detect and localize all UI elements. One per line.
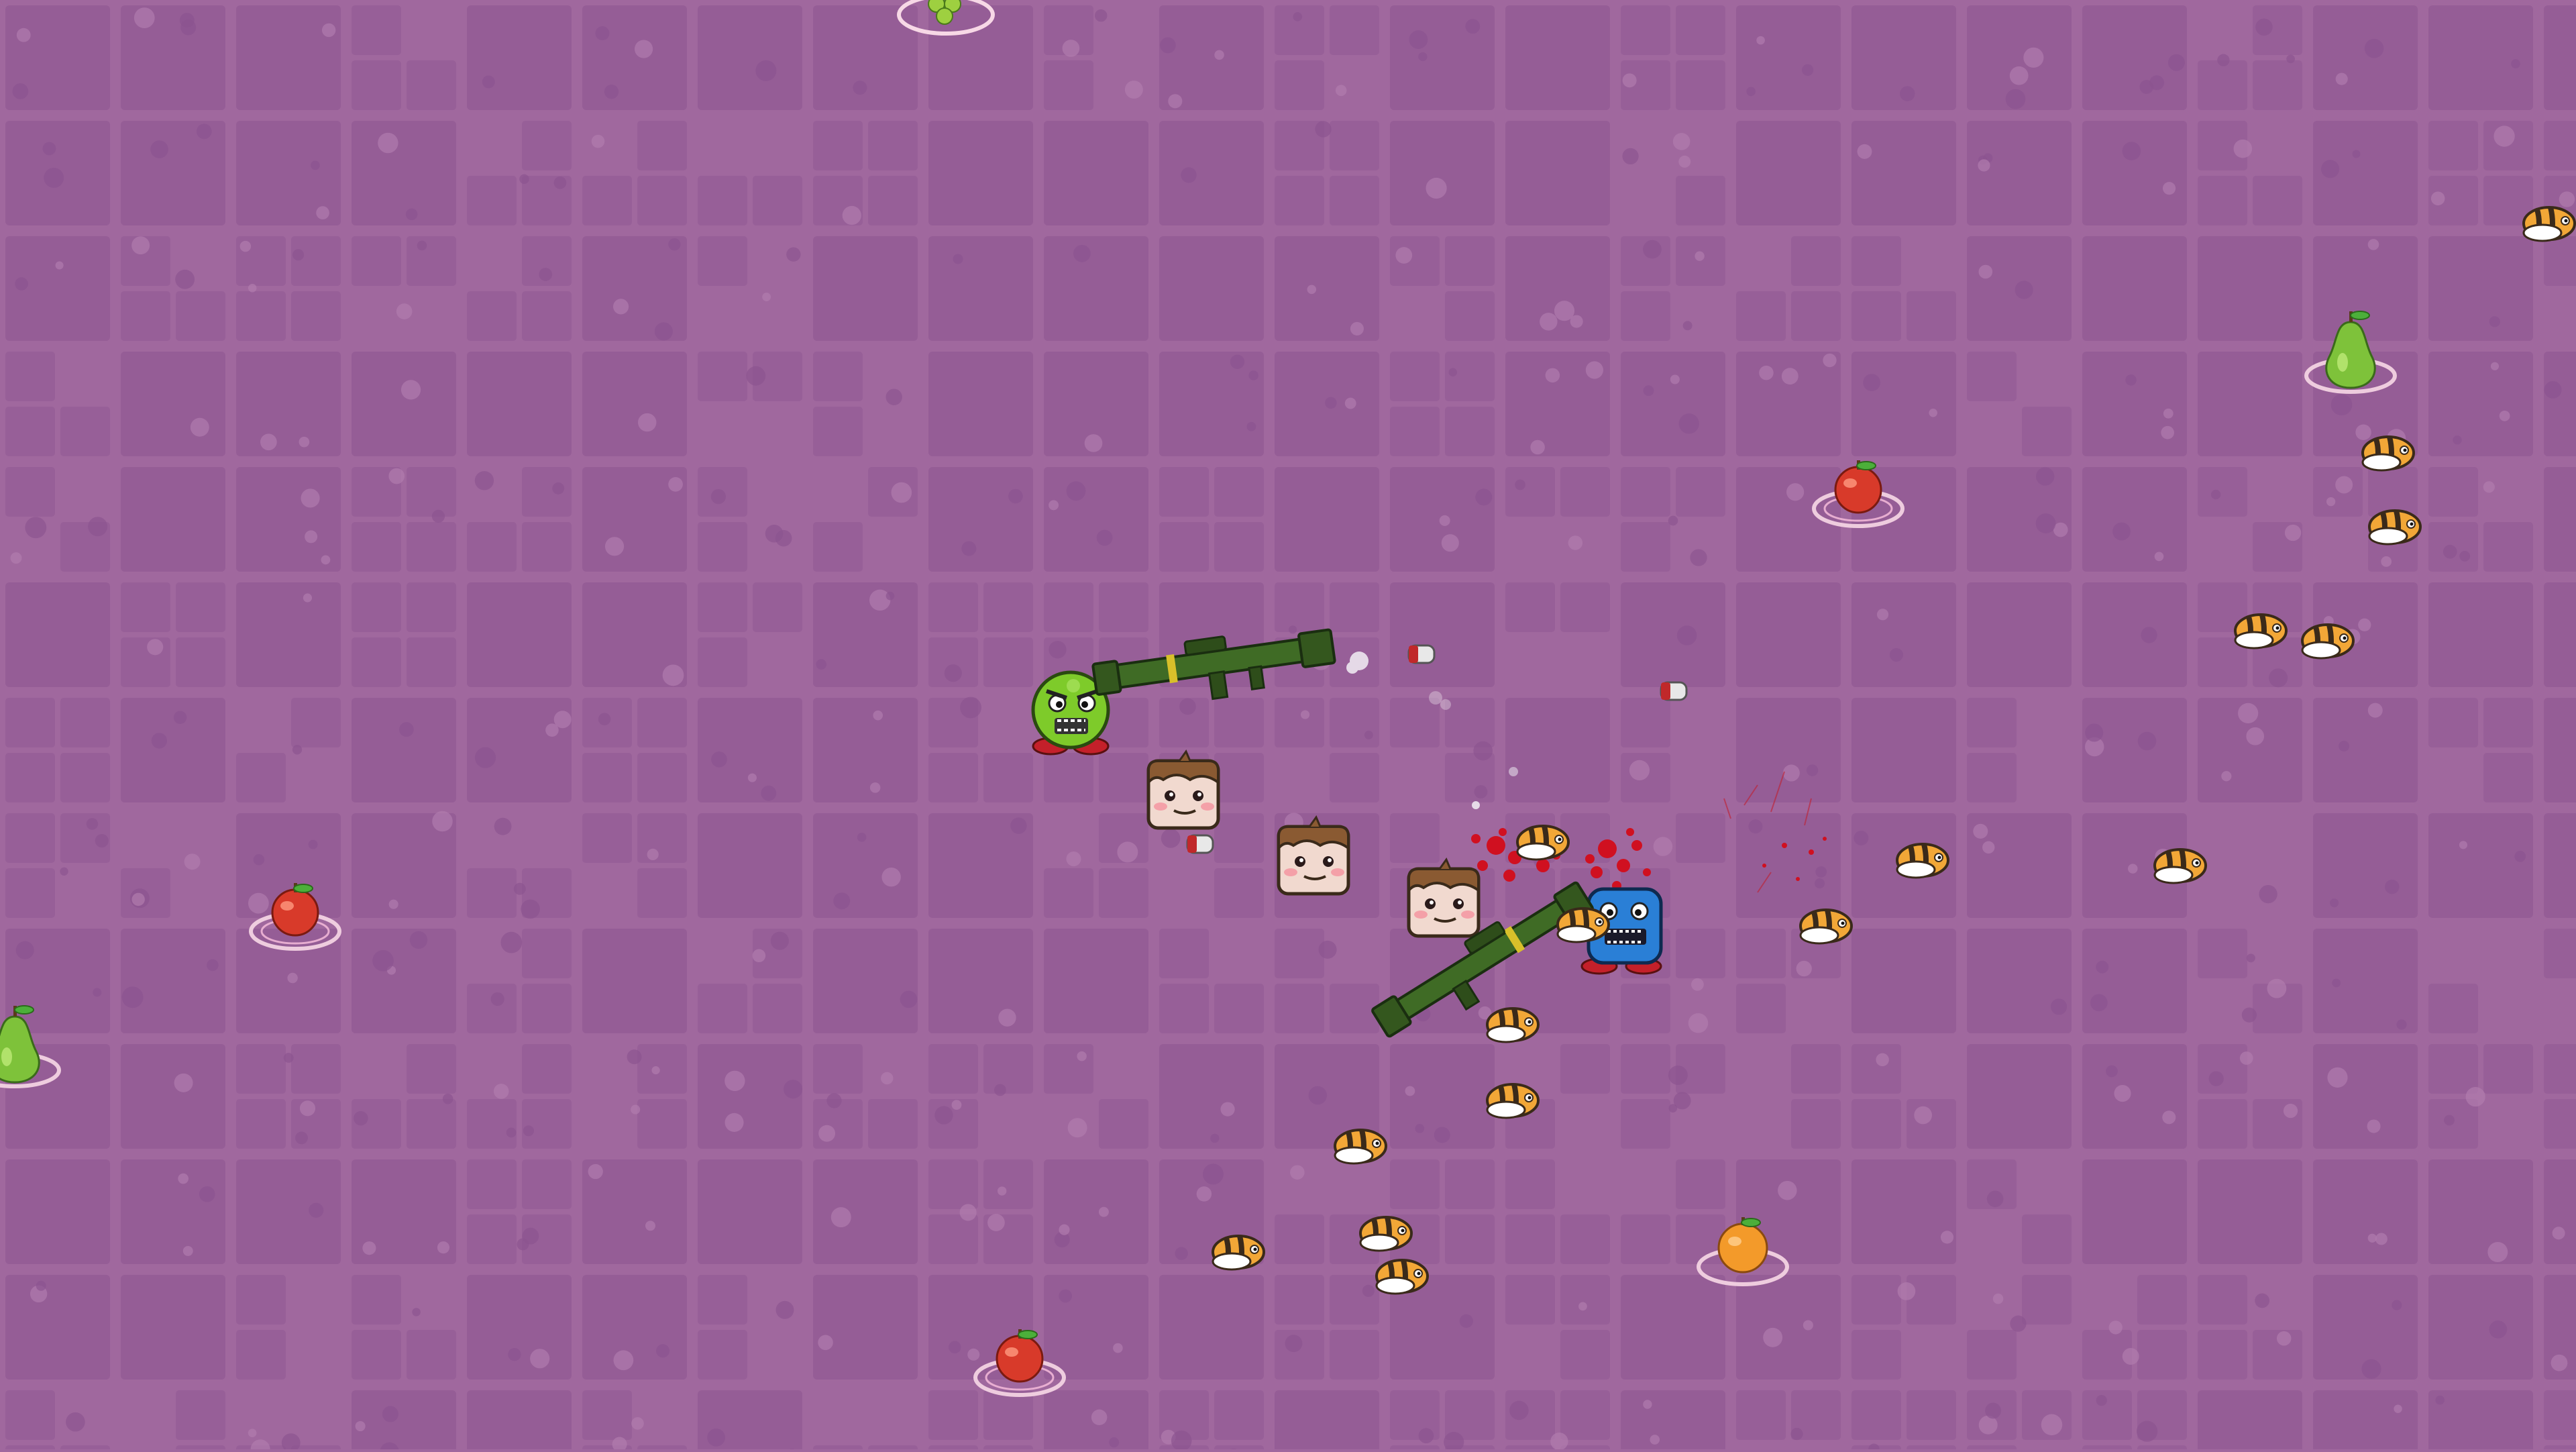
- bee-enemy[interactable]: [1487, 1084, 1538, 1118]
- bee-enemy[interactable]: [1213, 1236, 1264, 1269]
- square-head-enemy[interactable]: [1409, 860, 1479, 936]
- bee-enemy[interactable]: [2235, 615, 2286, 648]
- bee-enemy[interactable]: [1335, 1130, 1386, 1163]
- bee-enemy[interactable]: [1558, 909, 1609, 942]
- bee-enemy[interactable]: [1801, 910, 1851, 943]
- bee-enemy[interactable]: [2369, 511, 2420, 544]
- bullet-icon: [1187, 835, 1213, 853]
- square-head-enemy[interactable]: [1148, 751, 1218, 828]
- square-head-enemy[interactable]: [1279, 817, 1348, 894]
- bullet-icon: [1661, 682, 1686, 700]
- bee-enemy[interactable]: [1377, 1260, 1428, 1294]
- bee-enemy[interactable]: [2363, 437, 2414, 470]
- bee-enemy[interactable]: [1360, 1217, 1411, 1251]
- game-world: [0, 0, 2576, 1449]
- bullet-icon: [1409, 645, 1434, 663]
- bee-enemy[interactable]: [2302, 625, 2353, 658]
- bee-enemy[interactable]: [2155, 849, 2206, 883]
- game-scene[interactable]: [0, 0, 2576, 1449]
- bee-enemy[interactable]: [1897, 844, 1948, 878]
- bee-enemy[interactable]: [1517, 826, 1568, 860]
- bee-enemy[interactable]: [1487, 1008, 1538, 1042]
- bee-enemy[interactable]: [2524, 207, 2575, 241]
